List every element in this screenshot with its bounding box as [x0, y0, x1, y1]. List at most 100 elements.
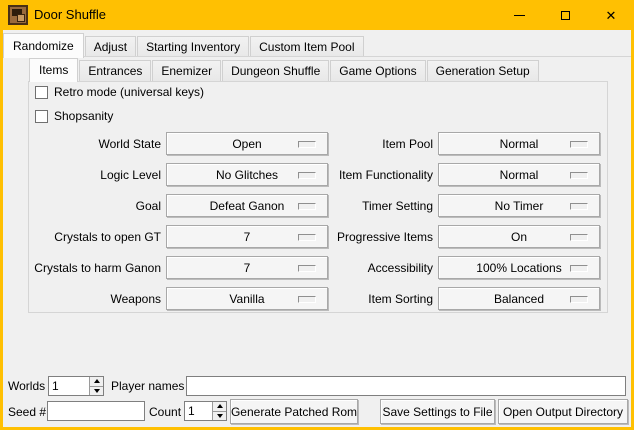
dropdown-logic-level[interactable]: No Glitches — [166, 163, 328, 186]
dropdown-indicator-icon — [570, 172, 588, 179]
tab-entrances[interactable]: Entrances — [79, 60, 151, 81]
main-pane-border — [3, 56, 631, 57]
dropdown-indicator-icon — [570, 141, 588, 148]
dropdown-value: Balanced — [494, 292, 544, 306]
close-button[interactable]: ✕ — [588, 0, 634, 30]
generate-patched-rom-button[interactable]: Generate Patched Rom — [230, 399, 358, 424]
item-pool-label: Item Pool — [333, 137, 433, 151]
dropdown-value: No Timer — [495, 199, 544, 213]
weapons-label: Weapons — [31, 292, 161, 306]
dropdown-crystals-harm-ganon[interactable]: 7 — [166, 256, 328, 279]
dropdown-timer-setting[interactable]: No Timer — [438, 194, 600, 217]
player-names-input[interactable] — [186, 376, 626, 396]
dropdown-value: No Glitches — [216, 168, 278, 182]
tab-items[interactable]: Items — [29, 58, 78, 82]
dropdown-indicator-icon — [298, 172, 316, 179]
tab-enemizer[interactable]: Enemizer — [152, 60, 221, 81]
retro-mode-label: Retro mode (universal keys) — [54, 85, 204, 99]
dropdown-crystals-open-gt[interactable]: 7 — [166, 225, 328, 248]
dropdown-value: 7 — [244, 230, 251, 244]
tab-custom-item-pool[interactable]: Custom Item Pool — [250, 36, 363, 57]
arrow-down-icon — [217, 414, 223, 418]
dropdown-indicator-icon — [298, 234, 316, 241]
crystals-harm-ganon-label: Crystals to harm Ganon — [31, 261, 161, 275]
dropdown-goal[interactable]: Defeat Ganon — [166, 194, 328, 217]
dropdown-value: Vanilla — [229, 292, 264, 306]
dropdown-indicator-icon — [570, 203, 588, 210]
progressive-items-label: Progressive Items — [333, 230, 433, 244]
dropdown-value: Defeat Ganon — [210, 199, 285, 213]
shopsanity-checkbox[interactable] — [35, 110, 48, 123]
dropdown-indicator-icon — [570, 265, 588, 272]
logic-level-label: Logic Level — [31, 168, 161, 182]
dropdown-value: Open — [232, 137, 261, 151]
dropdown-indicator-icon — [298, 296, 316, 303]
dropdown-indicator-icon — [298, 203, 316, 210]
world-state-label: World State — [31, 137, 161, 151]
tab-game-options[interactable]: Game Options — [330, 60, 425, 81]
worlds-input[interactable] — [49, 377, 89, 395]
shopsanity-checkbox-row[interactable]: Shopsanity — [35, 109, 113, 123]
dropdown-progressive-items[interactable]: On — [438, 225, 600, 248]
main-tab-bar: Randomize Adjust Starting Inventory Cust… — [3, 32, 365, 57]
worlds-label: Worlds — [8, 379, 45, 393]
open-output-directory-button[interactable]: Open Output Directory — [498, 399, 628, 424]
dropdown-value: 7 — [244, 261, 251, 275]
dropdown-indicator-icon — [298, 141, 316, 148]
dropdown-accessibility[interactable]: 100% Locations — [438, 256, 600, 279]
dropdown-item-sorting[interactable]: Balanced — [438, 287, 600, 310]
count-label: Count — [149, 405, 181, 419]
worlds-spinbox[interactable] — [48, 376, 104, 396]
count-spin-up-button[interactable] — [213, 402, 226, 411]
count-spin-down-button[interactable] — [213, 411, 226, 421]
crystals-open-gt-label: Crystals to open GT — [31, 230, 161, 244]
arrow-up-icon — [94, 379, 100, 383]
item-sorting-label: Item Sorting — [333, 292, 433, 306]
window-content: Randomize Adjust Starting Inventory Cust… — [3, 30, 631, 427]
dropdown-value: On — [511, 230, 527, 244]
save-settings-button[interactable]: Save Settings to File — [380, 399, 495, 424]
retro-mode-checkbox-row[interactable]: Retro mode (universal keys) — [35, 85, 204, 99]
retro-mode-checkbox[interactable] — [35, 86, 48, 99]
options-column-left: World State Open Logic Level No Glitches… — [31, 128, 328, 314]
sub-tab-bar: Items Entrances Enemizer Dungeon Shuffle… — [29, 57, 540, 81]
worlds-spin-down-button[interactable] — [90, 386, 103, 396]
dropdown-value: 100% Locations — [476, 261, 561, 275]
arrow-down-icon — [94, 389, 100, 393]
dropdown-indicator-icon — [570, 234, 588, 241]
dropdown-item-functionality[interactable]: Normal — [438, 163, 600, 186]
app-window: Door Shuffle ✕ Randomize Adjust Starting… — [0, 0, 634, 430]
tab-generation-setup[interactable]: Generation Setup — [427, 60, 539, 81]
dropdown-indicator-icon — [298, 265, 316, 272]
dropdown-value: Normal — [500, 137, 539, 151]
maximize-button[interactable] — [542, 0, 588, 30]
maximize-icon — [561, 11, 570, 20]
dropdown-value: Normal — [500, 168, 539, 182]
dropdown-item-pool[interactable]: Normal — [438, 132, 600, 155]
title-bar[interactable]: Door Shuffle ✕ — [0, 0, 634, 30]
dropdown-weapons[interactable]: Vanilla — [166, 287, 328, 310]
arrow-up-icon — [217, 404, 223, 408]
tab-dungeon-shuffle[interactable]: Dungeon Shuffle — [222, 60, 329, 81]
player-names-label: Player names — [111, 379, 184, 393]
timer-setting-label: Timer Setting — [333, 199, 433, 213]
minimize-icon — [514, 15, 525, 16]
tab-randomize[interactable]: Randomize — [3, 33, 84, 58]
seed-label: Seed # — [8, 405, 46, 419]
close-icon: ✕ — [606, 9, 617, 22]
door-icon — [8, 5, 28, 25]
accessibility-label: Accessibility — [333, 261, 433, 275]
tab-adjust[interactable]: Adjust — [85, 36, 136, 57]
count-input[interactable] — [185, 402, 212, 420]
items-pane: Retro mode (universal keys) Shopsanity W… — [28, 81, 608, 313]
worlds-spin-up-button[interactable] — [90, 377, 103, 386]
goal-label: Goal — [31, 199, 161, 213]
seed-input[interactable] — [47, 401, 145, 421]
shopsanity-label: Shopsanity — [54, 109, 113, 123]
dropdown-world-state[interactable]: Open — [166, 132, 328, 155]
minimize-button[interactable] — [496, 0, 542, 30]
options-column-right: Item Pool Normal Item Functionality Norm… — [333, 128, 600, 314]
tab-starting-inventory[interactable]: Starting Inventory — [137, 36, 249, 57]
item-functionality-label: Item Functionality — [333, 168, 433, 182]
count-spinbox[interactable] — [184, 401, 227, 421]
